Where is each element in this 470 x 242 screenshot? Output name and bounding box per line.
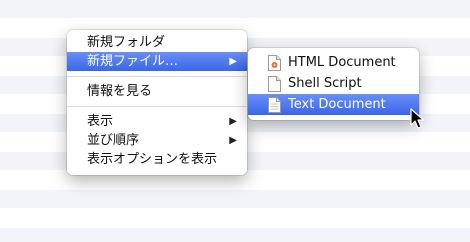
submenu-arrow-icon: ▶ xyxy=(229,56,237,67)
submenu-item-label: Text Document xyxy=(288,97,386,112)
menu-item-label: 情報を見る xyxy=(87,84,153,99)
menu-item-label: 新規フォルダ xyxy=(87,35,166,50)
submenu-arrow-icon: ▶ xyxy=(229,135,237,146)
submenu-item-text-document[interactable]: Text Document xyxy=(248,94,419,115)
menu-item-show-view-options[interactable]: 表示オプションを表示 xyxy=(67,150,247,169)
mouse-pointer-icon xyxy=(410,108,425,129)
menu-item-new-folder[interactable]: 新規フォルダ xyxy=(67,33,247,52)
context-menu: 新規フォルダ 新規ファイル… ▶ 情報を見る 表示 ▶ 並び順序 ▶ 表示オプシ… xyxy=(67,30,247,175)
text-document-icon xyxy=(268,97,281,113)
menu-item-label: 表示 xyxy=(87,114,114,129)
submenu-item-shell-script[interactable]: Shell Script xyxy=(248,73,419,94)
menu-separator xyxy=(67,106,247,107)
submenu-item-label: Shell Script xyxy=(288,76,362,91)
submenu-arrow-icon: ▶ xyxy=(229,116,237,127)
menu-item-sort-order[interactable]: 並び順序 ▶ xyxy=(67,131,247,150)
menu-item-label: 表示オプションを表示 xyxy=(87,152,218,167)
menu-item-label: 並び順序 xyxy=(87,133,140,148)
menu-item-label: 新規ファイル… xyxy=(87,54,179,69)
script-document-icon xyxy=(268,76,281,92)
menu-item-new-file[interactable]: 新規ファイル… ▶ xyxy=(67,52,247,71)
html-document-icon xyxy=(268,55,281,71)
menu-item-get-info[interactable]: 情報を見る xyxy=(67,82,247,101)
menu-item-view[interactable]: 表示 ▶ xyxy=(67,112,247,131)
submenu-item-html-document[interactable]: HTML Document xyxy=(248,52,419,73)
menu-separator xyxy=(67,76,247,77)
submenu-item-label: HTML Document xyxy=(288,55,396,70)
new-file-submenu: HTML Document Shell Script Text Document xyxy=(248,48,419,120)
